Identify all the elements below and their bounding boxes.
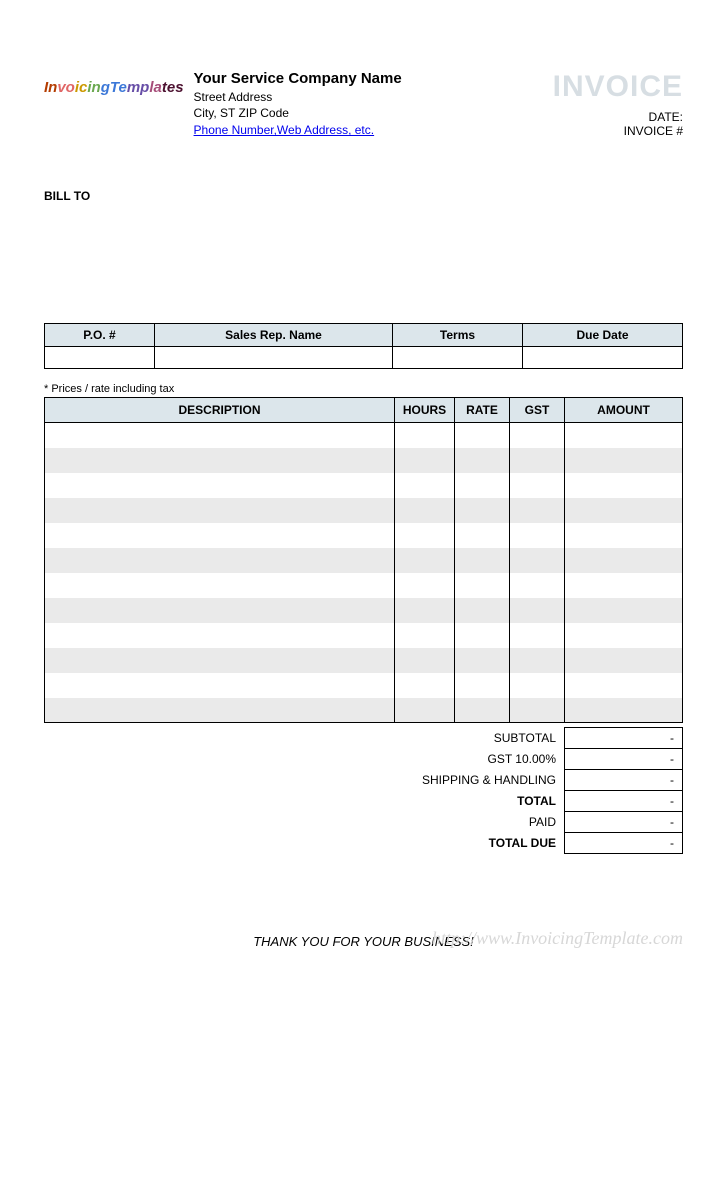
total-label: TOTAL — [420, 791, 565, 812]
header-rate: RATE — [455, 398, 510, 423]
terms-cell[interactable] — [393, 347, 523, 369]
company-street: Street Address — [194, 89, 402, 105]
header-right: INVOICE DATE: INVOICE # — [553, 70, 683, 138]
totals-block: SUBTOTAL - GST 10.00% - SHIPPING & HANDL… — [44, 727, 683, 854]
meta-value-row — [45, 347, 683, 369]
due-row: TOTAL DUE - — [420, 833, 683, 854]
total-row: TOTAL - — [420, 791, 683, 812]
header-due-date: Due Date — [523, 324, 683, 347]
company-city: City, ST ZIP Code — [194, 105, 402, 121]
item-row[interactable] — [45, 623, 683, 648]
line-items-table: DESCRIPTION HOURS RATE GST AMOUNT — [44, 397, 683, 723]
meta-header-row: P.O. # Sales Rep. Name Terms Due Date — [45, 324, 683, 347]
header-hours: HOURS — [395, 398, 455, 423]
header-terms: Terms — [393, 324, 523, 347]
header-left: InvoicingTemplates Your Service Company … — [44, 70, 402, 139]
sales-rep-cell[interactable] — [155, 347, 393, 369]
item-row[interactable] — [45, 548, 683, 573]
subtotal-value: - — [565, 728, 683, 749]
header-po: P.O. # — [45, 324, 155, 347]
item-row[interactable] — [45, 473, 683, 498]
total-value: - — [565, 791, 683, 812]
subtotal-row: SUBTOTAL - — [420, 728, 683, 749]
item-row[interactable] — [45, 698, 683, 723]
company-block: Your Service Company Name Street Address… — [194, 70, 402, 139]
watermark: http://www.InvoicingTemplate.com — [432, 928, 683, 949]
due-value: - — [565, 833, 683, 854]
document-title: INVOICE — [553, 70, 683, 104]
meta-labels: DATE: INVOICE # — [553, 110, 683, 138]
paid-label: PAID — [420, 812, 565, 833]
item-row[interactable] — [45, 498, 683, 523]
item-row[interactable] — [45, 673, 683, 698]
tax-note: * Prices / rate including tax — [44, 383, 683, 395]
header-amount: AMOUNT — [565, 398, 683, 423]
header-gst: GST — [510, 398, 565, 423]
subtotal-label: SUBTOTAL — [420, 728, 565, 749]
shipping-row: SHIPPING & HANDLING - — [420, 770, 683, 791]
shipping-label: SHIPPING & HANDLING — [420, 770, 565, 791]
paid-row: PAID - — [420, 812, 683, 833]
totals-table: SUBTOTAL - GST 10.00% - SHIPPING & HANDL… — [420, 727, 683, 854]
item-row[interactable] — [45, 448, 683, 473]
bill-to-label: BILL TO — [44, 189, 683, 203]
order-meta-table: P.O. # Sales Rep. Name Terms Due Date — [44, 323, 683, 369]
company-name: Your Service Company Name — [194, 70, 402, 87]
item-row[interactable] — [45, 423, 683, 448]
item-row[interactable] — [45, 598, 683, 623]
paid-value: - — [565, 812, 683, 833]
header-row: InvoicingTemplates Your Service Company … — [44, 70, 683, 139]
due-date-cell[interactable] — [523, 347, 683, 369]
item-row[interactable] — [45, 648, 683, 673]
item-row[interactable] — [45, 573, 683, 598]
due-label: TOTAL DUE — [420, 833, 565, 854]
date-label: DATE: — [553, 110, 683, 124]
logo: InvoicingTemplates — [44, 80, 184, 95]
invoice-number-label: INVOICE # — [553, 124, 683, 138]
gst-label: GST 10.00% — [420, 749, 565, 770]
header-sales-rep: Sales Rep. Name — [155, 324, 393, 347]
shipping-value: - — [565, 770, 683, 791]
header-description: DESCRIPTION — [45, 398, 395, 423]
company-contact-link[interactable]: Phone Number,Web Address, etc. — [194, 123, 375, 137]
invoice-page: InvoicingTemplates Your Service Company … — [0, 0, 727, 989]
gst-row: GST 10.00% - — [420, 749, 683, 770]
gst-value: - — [565, 749, 683, 770]
item-row[interactable] — [45, 523, 683, 548]
items-header-row: DESCRIPTION HOURS RATE GST AMOUNT — [45, 398, 683, 423]
po-cell[interactable] — [45, 347, 155, 369]
